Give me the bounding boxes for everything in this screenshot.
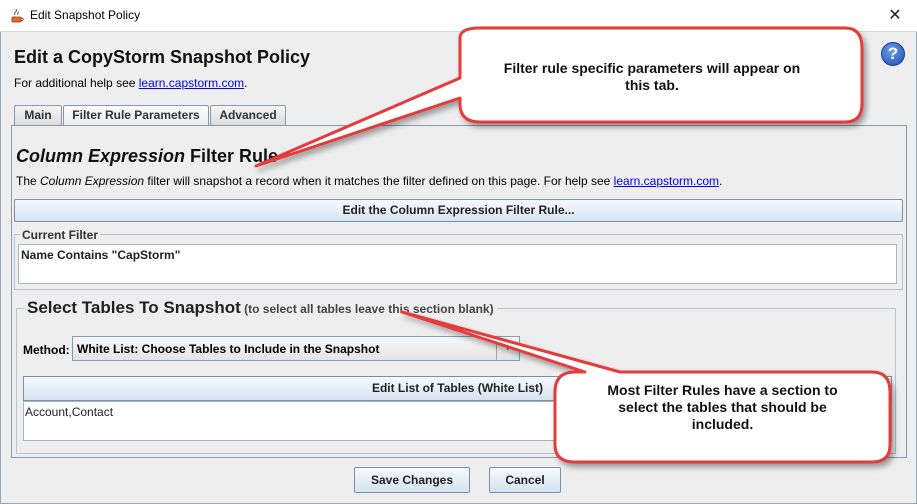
- chevron-down-icon[interactable]: ▼: [496, 337, 519, 360]
- desc-middle: filter will snapshot a record when it ma…: [144, 174, 614, 188]
- current-filter-label: Current Filter: [20, 228, 101, 242]
- help-icon[interactable]: ?: [881, 42, 905, 66]
- help-link[interactable]: learn.capstorm.com: [139, 76, 244, 90]
- callout-rules-text: Most Filter Rules have a section to sele…: [607, 382, 838, 432]
- desc-rule-name: Column Expression: [40, 174, 145, 188]
- save-changes-button[interactable]: Save Changes: [354, 467, 470, 493]
- method-select[interactable]: White List: Choose Tables to Include in …: [72, 336, 520, 361]
- edit-filter-rule-button[interactable]: Edit the Column Expression Filter Rule..…: [14, 199, 903, 222]
- method-label: Method:: [23, 343, 70, 357]
- window-title: Edit Snapshot Policy: [30, 8, 141, 22]
- filter-rule-description: The Column Expression filter will snapsh…: [16, 174, 722, 188]
- desc-prefix: The: [16, 174, 41, 188]
- cancel-button[interactable]: Cancel: [489, 467, 561, 493]
- java-app-icon: [11, 8, 24, 23]
- desc-suffix: .: [719, 174, 723, 188]
- callout-tab-text: Filter rule specific parameters will app…: [503, 60, 801, 93]
- help-suffix: .: [244, 76, 248, 90]
- tab-advanced[interactable]: Advanced: [210, 105, 286, 125]
- help-line: For additional help see learn.capstorm.c…: [14, 76, 247, 90]
- help-prefix: For additional help see: [14, 76, 139, 90]
- tab-main[interactable]: Main: [14, 105, 62, 125]
- filter-rule-title-rest: Filter Rule: [185, 146, 279, 166]
- select-tables-note: (to select all tables leave this section…: [240, 302, 494, 316]
- close-button[interactable]: ✕: [882, 5, 908, 27]
- filter-rule-title: Column Expression Filter Rule: [16, 146, 278, 167]
- tab-filter-rule-parameters[interactable]: Filter Rule Parameters: [63, 105, 209, 126]
- select-tables-title: Select Tables To Snapshot (to select all…: [24, 298, 497, 318]
- page-title: Edit a CopyStorm Snapshot Policy: [14, 47, 311, 67]
- filter-rule-name: Column Expression: [16, 146, 186, 166]
- current-filter-field[interactable]: Name Contains "CapStorm": [18, 244, 897, 284]
- select-tables-heading: Select Tables To Snapshot: [27, 298, 241, 317]
- desc-help-link[interactable]: learn.capstorm.com: [614, 174, 719, 188]
